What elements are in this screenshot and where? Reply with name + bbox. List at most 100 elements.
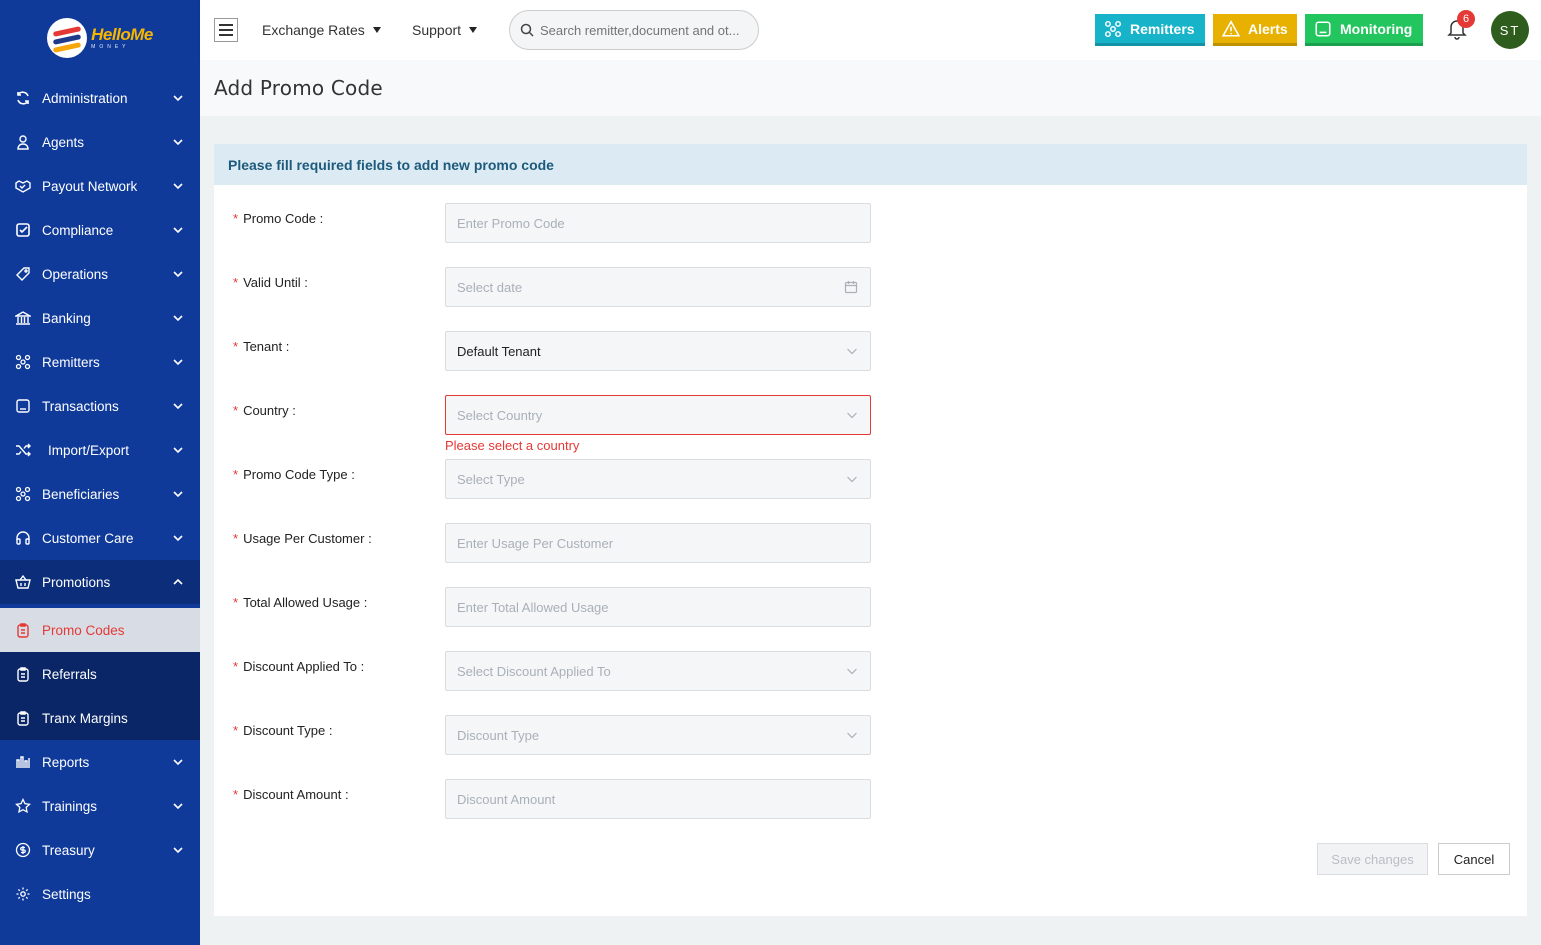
warning-icon: [1222, 19, 1240, 37]
field-label: Promo Code: [243, 211, 317, 226]
user-icon: [14, 133, 32, 151]
field-label: Tenant: [243, 339, 283, 354]
valid-until-date-picker[interactable]: Select date: [445, 267, 871, 307]
bar-chart-icon: [14, 753, 32, 771]
clipboard-icon: [14, 621, 32, 639]
chevron-down-icon: [173, 403, 183, 410]
logo-subtext: MONEY: [91, 44, 130, 50]
form-heading: Please fill required fields to add new p…: [214, 144, 1527, 185]
sidebar-item-administration[interactable]: Administration: [0, 76, 200, 120]
promo-code-input[interactable]: Enter Promo Code: [445, 203, 871, 243]
menu-toggle-button[interactable]: [214, 18, 238, 42]
chevron-down-icon: [173, 759, 183, 766]
sidebar-item-transactions[interactable]: Transactions: [0, 384, 200, 428]
app-logo[interactable]: HelloMe MONEY: [0, 0, 200, 76]
support-menu[interactable]: Support: [412, 22, 478, 38]
receipt-icon: [14, 397, 32, 415]
discount-type-select[interactable]: Discount Type: [445, 715, 871, 755]
caret-down-icon: [372, 27, 381, 33]
required-marker: *: [233, 595, 239, 610]
form-row-discount-type: * Discount Type : Discount Type: [214, 715, 1527, 755]
calendar-icon: [844, 281, 858, 294]
sidebar-item-settings[interactable]: Settings: [0, 872, 200, 916]
field-label: Promo Code Type: [243, 467, 348, 482]
dollar-circle-icon: [14, 841, 32, 859]
monitor-icon: [1315, 20, 1331, 37]
required-marker: *: [233, 275, 239, 290]
chevron-up-icon: [173, 578, 183, 585]
required-marker: *: [233, 403, 239, 418]
sidebar-item-compliance[interactable]: Compliance: [0, 208, 200, 252]
promo-code-type-select[interactable]: Select Type: [445, 459, 871, 499]
caret-down-icon: [469, 27, 478, 33]
chevron-down-icon: [173, 447, 183, 454]
monitoring-button[interactable]: Monitoring: [1305, 14, 1423, 46]
network-icon: [14, 485, 32, 503]
country-select[interactable]: Select Country: [445, 395, 871, 435]
total-allowed-usage-input[interactable]: Enter Total Allowed Usage: [445, 587, 871, 627]
search-icon: [520, 23, 534, 37]
chevron-down-icon: [847, 732, 857, 739]
field-label: Country: [243, 403, 289, 418]
sidebar-item-referrals[interactable]: Referrals: [0, 652, 200, 696]
network-icon: [14, 353, 32, 371]
discount-applied-to-select[interactable]: Select Discount Applied To: [445, 651, 871, 691]
form-row-country: * Country : Select Country Please select …: [214, 395, 1527, 453]
sidebar-item-operations[interactable]: Operations: [0, 252, 200, 296]
sidebar-item-beneficiaries[interactable]: Beneficiaries: [0, 472, 200, 516]
form-row-tenant: * Tenant : Default Tenant: [214, 331, 1527, 371]
promotions-submenu: Promo Codes Referrals Tranx Margins: [0, 608, 200, 740]
form-row-valid-until: * Valid Until : Select date: [214, 267, 1527, 307]
chevron-down-icon: [173, 359, 183, 366]
tenant-select[interactable]: Default Tenant: [445, 331, 871, 371]
required-marker: *: [233, 339, 239, 354]
sidebar-item-agents[interactable]: Agents: [0, 120, 200, 164]
field-label: Usage Per Customer: [243, 531, 365, 546]
sidebar: HelloMe MONEY Administration Agents Payo…: [0, 0, 200, 945]
gear-icon: [14, 885, 32, 903]
cancel-button[interactable]: Cancel: [1438, 843, 1510, 875]
chevron-down-icon: [173, 227, 183, 234]
user-avatar[interactable]: ST: [1491, 11, 1529, 49]
sidebar-item-import-export[interactable]: Import/Export: [0, 428, 200, 472]
sidebar-item-payout-network[interactable]: Payout Network: [0, 164, 200, 208]
chevron-down-icon: [173, 491, 183, 498]
required-marker: *: [233, 659, 239, 674]
global-search[interactable]: [509, 10, 759, 50]
country-error-message: Please select a country: [445, 438, 580, 453]
shuffle-icon: [14, 441, 32, 459]
sidebar-item-trainings[interactable]: Trainings: [0, 784, 200, 828]
promo-code-form: Please fill required fields to add new p…: [214, 144, 1527, 916]
save-changes-button[interactable]: Save changes: [1317, 843, 1428, 875]
bank-icon: [14, 309, 32, 327]
search-input[interactable]: [540, 22, 750, 38]
exchange-rates-menu[interactable]: Exchange Rates: [262, 22, 381, 38]
sidebar-item-promotions[interactable]: Promotions: [0, 560, 200, 604]
chevron-down-icon: [847, 476, 857, 483]
form-row-promo-code: * Promo Code : Enter Promo Code: [214, 203, 1527, 243]
sidebar-item-remitters[interactable]: Remitters: [0, 340, 200, 384]
sidebar-item-customer-care[interactable]: Customer Care: [0, 516, 200, 560]
chevron-down-icon: [173, 183, 183, 190]
form-row-total-allowed-usage: * Total Allowed Usage : Enter Total Allow…: [214, 587, 1527, 627]
field-label: Total Allowed Usage: [243, 595, 361, 610]
chevron-down-icon: [173, 847, 183, 854]
remitters-button[interactable]: Remitters: [1095, 14, 1205, 46]
field-label: Discount Applied To: [243, 659, 358, 674]
clipboard-icon: [14, 665, 32, 683]
sidebar-item-promo-codes[interactable]: Promo Codes: [0, 608, 200, 652]
sidebar-item-reports[interactable]: Reports: [0, 740, 200, 784]
usage-per-customer-input[interactable]: Enter Usage Per Customer: [445, 523, 871, 563]
discount-amount-input[interactable]: Discount Amount: [445, 779, 871, 819]
handshake-icon: [14, 177, 32, 195]
required-marker: *: [233, 787, 239, 802]
alerts-button[interactable]: Alerts: [1213, 14, 1297, 46]
sidebar-item-tranx-margins[interactable]: Tranx Margins: [0, 696, 200, 740]
sidebar-item-treasury[interactable]: Treasury: [0, 828, 200, 872]
field-label: Discount Amount: [243, 787, 342, 802]
chevron-down-icon: [173, 803, 183, 810]
sidebar-item-banking[interactable]: Banking: [0, 296, 200, 340]
chevron-down-icon: [173, 535, 183, 542]
form-row-discount-applied-to: * Discount Applied To : Select Discount A…: [214, 651, 1527, 691]
chevron-down-icon: [847, 348, 857, 355]
